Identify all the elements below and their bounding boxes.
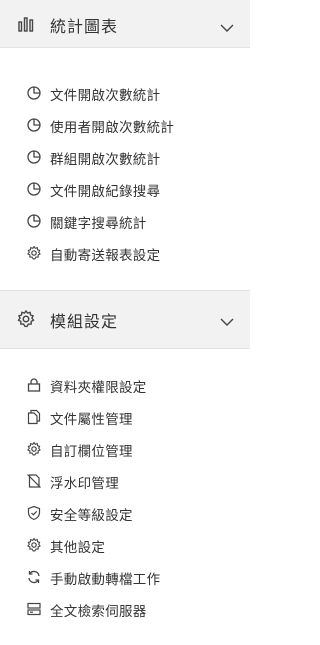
section-title: 模組設定: [50, 312, 119, 331]
menu-item-label: 文件開啟次數統計: [50, 88, 161, 104]
watermark-off-icon: [27, 474, 41, 488]
menu-item-keyword-search-stats[interactable]: 關鍵字搜尋統計: [0, 206, 250, 236]
pie-chart-icon: [27, 86, 41, 100]
menu-item-group-open-stats[interactable]: 群組開啟次數統計: [0, 142, 250, 172]
menu-item-label: 資料夾權限設定: [50, 380, 147, 396]
menu-item-label: 全文檢索伺服器: [50, 604, 147, 620]
menu-item-fulltext-server[interactable]: 全文檢索伺服器: [0, 594, 250, 624]
chevron-down-icon[interactable]: [220, 23, 234, 33]
pie-chart-icon: [27, 118, 41, 132]
menu-item-label: 使用者開啟次數統計: [50, 120, 175, 136]
menu-item-document-attributes[interactable]: 文件屬性管理: [0, 402, 250, 432]
section-header-module-settings[interactable]: 模組設定: [0, 291, 250, 349]
documents-icon: [27, 409, 41, 425]
server-icon: [27, 602, 41, 616]
menu-item-label: 其他設定: [50, 540, 106, 556]
pie-chart-icon: [27, 150, 41, 164]
menu-item-custom-fields[interactable]: 自訂欄位管理: [0, 434, 250, 464]
menu-item-security-level[interactable]: 安全等級設定: [0, 498, 250, 528]
refresh-icon: [28, 570, 40, 584]
menu-item-other-settings[interactable]: 其他設定: [0, 530, 250, 560]
menu-item-file-open-stats[interactable]: 文件開啟次數統計: [0, 78, 250, 108]
menu-item-label: 文件屬性管理: [50, 412, 133, 428]
menu-item-label: 自訂欄位管理: [50, 444, 133, 460]
bar-chart-icon: [18, 17, 34, 32]
menu-item-label: 自動寄送報表設定: [50, 248, 161, 264]
gear-icon: [17, 310, 35, 328]
menu-item-label: 浮水印管理: [50, 476, 119, 492]
gear-icon: [27, 245, 41, 260]
section-title: 統計圖表: [50, 17, 119, 36]
menu-item-auto-report-settings[interactable]: 自動寄送報表設定: [0, 238, 250, 268]
section-header-statistics[interactable]: 統計圖表: [0, 0, 250, 48]
menu-item-label: 手動啟動轉檔工作: [50, 572, 161, 588]
menu-item-user-open-stats[interactable]: 使用者開啟次數統計: [0, 110, 250, 140]
menu-item-label: 關鍵字搜尋統計: [50, 216, 147, 232]
pie-chart-icon: [27, 214, 41, 228]
menu-item-folder-permissions[interactable]: 資料夾權限設定: [0, 370, 250, 400]
menu-item-watermark[interactable]: 浮水印管理: [0, 466, 250, 496]
gear-icon: [27, 441, 41, 456]
menu-item-file-open-log-search[interactable]: 文件開啟紀錄搜尋: [0, 174, 250, 204]
shield-icon: [27, 505, 41, 521]
menu-item-label: 安全等級設定: [50, 508, 133, 524]
chevron-down-icon[interactable]: [220, 317, 234, 327]
lock-icon: [27, 378, 41, 392]
menu-item-label: 群組開啟次數統計: [50, 152, 161, 168]
gear-icon: [27, 537, 41, 552]
pie-chart-icon: [27, 182, 41, 196]
menu-item-label: 文件開啟紀錄搜尋: [50, 184, 161, 200]
menu-item-manual-conversion[interactable]: 手動啟動轉檔工作: [0, 562, 250, 592]
